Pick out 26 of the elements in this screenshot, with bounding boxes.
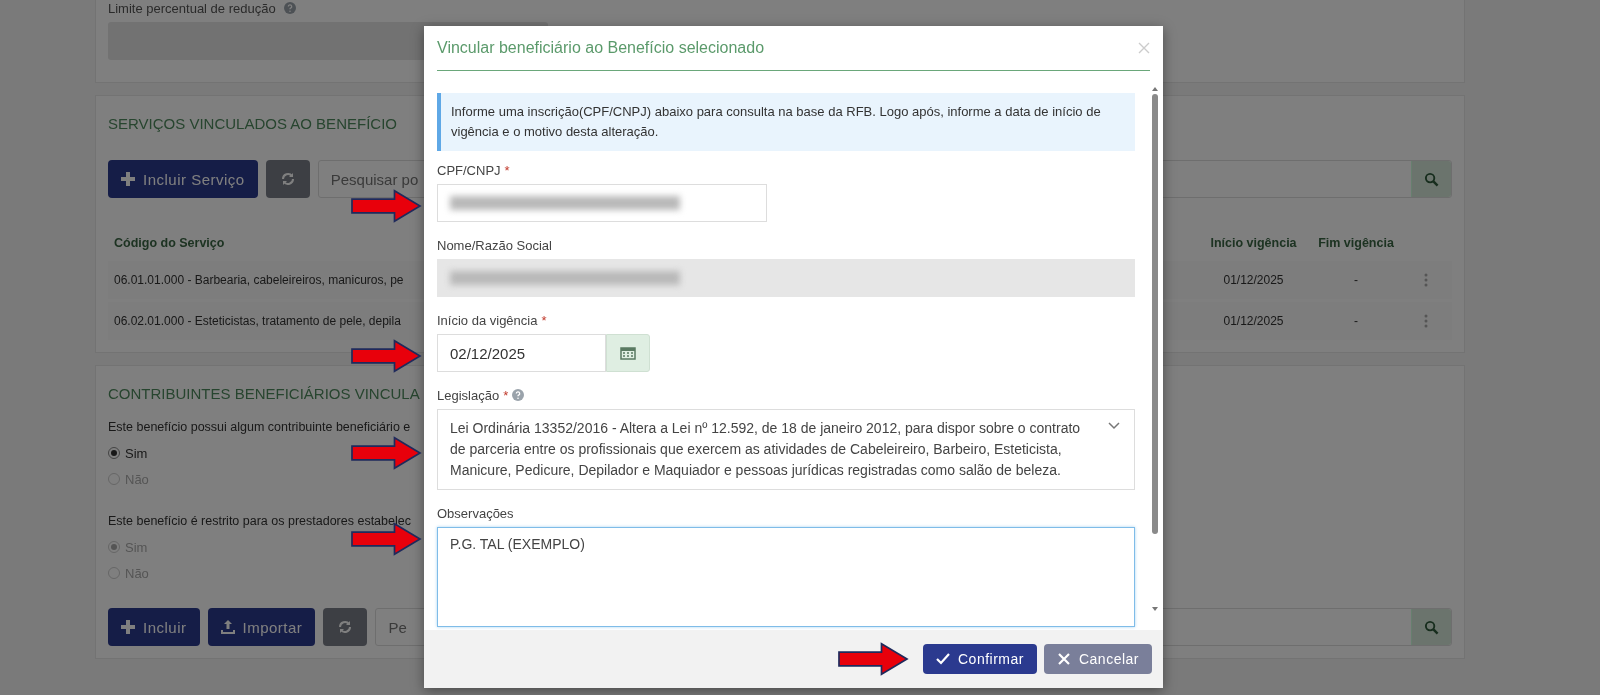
field-label: Nome/Razão Social (437, 237, 552, 253)
table-cell: 01/12/2025 (1223, 314, 1284, 328)
field-label: Legislação (437, 387, 500, 403)
required-mark: * (503, 387, 509, 403)
question-text: Este benefício é restrito para os prestadores estabelec (108, 514, 411, 528)
table-cell: - (1354, 273, 1358, 287)
field-label: CPF/CNPJ (437, 162, 501, 178)
field-label: Observações (437, 505, 514, 521)
field-label: Início da vigência (437, 312, 538, 328)
section-title: SERVIÇOS VINCULADOS AO BENEFÍCIO (108, 114, 397, 134)
column-header: Início vigência (1210, 236, 1297, 250)
radio-label: Sim (125, 445, 148, 461)
info-message: Informe uma inscrição(CPF/CNPJ) abaixo para consulta na base da RFB. Logo após, informe a data de início de vigência e o motivo desta alteração. (437, 93, 1135, 151)
required-mark: * (504, 162, 510, 178)
table-cell: 06.02.01.000 - Esteticistas, tratamento de pele, depila (114, 314, 401, 328)
field-label: Limite percentual de redução (108, 0, 276, 16)
table-cell: 06.01.01.000 - Barbearia, cabeleireiros, manicuros, pe (114, 273, 404, 287)
required-mark: * (541, 312, 547, 328)
dialog-title: Vincular beneficiário ao Benefício selecionado (437, 39, 765, 57)
table-cell: 01/12/2025 (1223, 273, 1284, 287)
column-header: Fim vigência (1318, 236, 1394, 250)
table-cell: - (1354, 314, 1358, 328)
question-text: Este benefício possui algum contribuinte beneficiário e (108, 420, 411, 434)
section-title: CONTRIBUINTES BENEFICIÁRIOS VINCULA (108, 384, 420, 404)
select-value: Lei Ordinária 13352/2016 - Altera a Lei nº 12.592, de 18 de janeiro 2012, para dispor sobre o contrato de parceria entre os profissionais que exercem as atividades de Cabeleireiro, Barbeiro, Esteticista, Manicure, Pedicure, Depilador e Maquiador e pessoas jurídicas registradas como salão de beleza. (450, 420, 1081, 478)
column-header: Código do Serviço (114, 236, 225, 250)
